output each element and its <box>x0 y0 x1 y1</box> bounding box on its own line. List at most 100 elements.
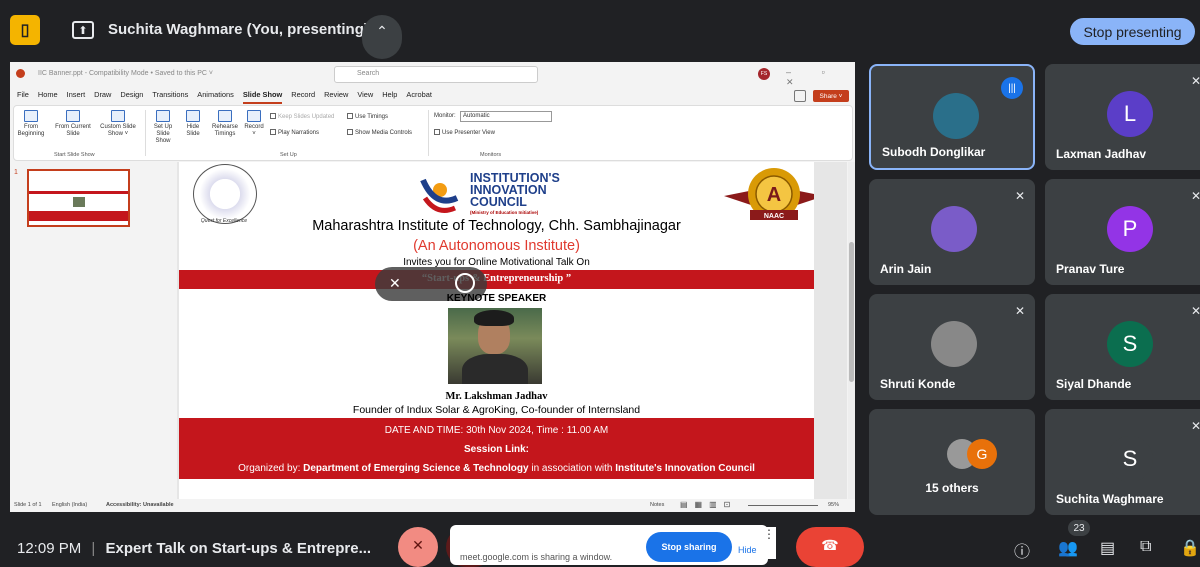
menu-item[interactable]: Record <box>291 90 315 104</box>
thumb-photo <box>73 197 85 207</box>
menu-item[interactable]: Animations <box>197 90 234 104</box>
mic-muted-icon: ✕ <box>1014 189 1025 203</box>
menu-item[interactable]: Draw <box>94 90 111 104</box>
mic-muted-icon: ✕ <box>1190 304 1200 318</box>
naac-badge-logo: A NAAC <box>724 168 814 220</box>
share-button[interactable]: Share ˅ <box>813 90 849 102</box>
view-buttons[interactable]: ▤▦▥⊡ <box>680 500 737 509</box>
record-icon <box>247 110 261 122</box>
stop-presenting-button[interactable]: Stop presenting <box>1070 18 1195 45</box>
mic-muted-icon: ✕ <box>1190 189 1200 203</box>
sharing-notice-text: meet.google.com is sharing a window. <box>460 552 613 562</box>
menu-item[interactable]: Transitions <box>152 90 188 104</box>
keep-updated-label: Keep Slides Updated <box>278 114 335 120</box>
rehearse-label: Rehearse Timings <box>211 124 238 137</box>
powerpoint-logo-icon <box>16 69 25 78</box>
meet-app-icon[interactable]: ▯ <box>10 15 40 45</box>
ppt-menu-bar: File Home Insert Draw Design Transitions Anima… <box>10 90 855 104</box>
participant-tile[interactable]: P ✕ Pranav Ture <box>1045 179 1200 285</box>
keep-slides-updated-checkbox[interactable]: Keep Slides Updated <box>270 113 334 120</box>
menu-item[interactable]: View <box>357 90 373 104</box>
slide-scrollbar[interactable] <box>848 162 855 499</box>
host-controls-icon[interactable]: 🔒 <box>1180 538 1200 558</box>
notes-button[interactable]: Notes <box>650 502 664 508</box>
participant-tile[interactable]: S ✕ Siyal Dhande <box>1045 294 1200 400</box>
notice-more-icon[interactable]: ⋮ <box>762 527 776 559</box>
checkbox-box <box>434 129 440 135</box>
menu-item[interactable]: Insert <box>67 90 85 104</box>
set-up-slide-show-button[interactable]: Set Up Slide Show <box>148 110 178 145</box>
ppt-titlebar: IIC Banner.ppt - Compatibility Mode • Sa… <box>10 62 855 88</box>
ppt-search-input[interactable]: Search <box>334 66 538 83</box>
hang-up-icon: ☎ <box>821 537 839 553</box>
people-icon[interactable]: 👥 <box>1058 538 1078 558</box>
play-current-icon <box>66 110 80 122</box>
play-icon <box>24 110 38 122</box>
muted-mic-icon: ✕ <box>389 275 401 291</box>
language-status[interactable]: English (India) <box>52 502 87 508</box>
zoom-slider[interactable] <box>748 505 818 506</box>
play-narrations-label: Play Narrations <box>278 130 320 136</box>
monitor-select[interactable]: Automatic <box>460 111 552 122</box>
participant-tile[interactable]: ✕ Shruti Konde <box>869 294 1035 400</box>
checkbox-box <box>270 113 276 119</box>
ppt-user-avatar[interactable]: FS <box>758 68 770 80</box>
stop-sharing-button[interactable]: Stop sharing <box>646 532 732 562</box>
record-button[interactable]: Record ˅ <box>242 110 266 138</box>
show-media-controls-checkbox[interactable]: Show Media Controls <box>347 129 412 136</box>
participant-name: Subodh Donglikar <box>882 145 986 159</box>
custom-show-label: Custom Slide Show ˅ <box>100 124 136 137</box>
participant-tile[interactable]: G 15 others <box>869 409 1035 515</box>
accessibility-status[interactable]: Accessibility: Unavailable <box>106 502 174 508</box>
menu-item[interactable]: File <box>17 90 29 104</box>
info-icon[interactable]: ⓘ <box>1014 538 1030 562</box>
participant-avatar <box>931 321 977 367</box>
zoom-level[interactable]: 95% <box>828 502 839 508</box>
participant-tile[interactable]: S ✕ Suchita Waghmare <box>1045 409 1200 515</box>
participant-tile[interactable]: L ✕ Laxman Jadhav <box>1045 64 1200 170</box>
group-monitors: Monitors <box>480 152 502 158</box>
participant-name: Suchita Waghmare <box>1056 492 1164 506</box>
leave-call-button[interactable]: ☎ <box>796 527 864 567</box>
scroll-thumb[interactable] <box>849 242 854 382</box>
hide-slide-icon <box>186 110 200 122</box>
menu-item[interactable]: Home <box>38 90 58 104</box>
mic-toggle-button[interactable]: ✕ <box>398 527 438 567</box>
participant-avatar <box>931 206 977 252</box>
menu-item[interactable]: Help <box>382 90 397 104</box>
menu-item[interactable]: Design <box>120 90 143 104</box>
hide-slide-button[interactable]: Hide Slide <box>182 110 204 138</box>
slide[interactable]: Quest for Excellence INSTITUTION'S INNOV… <box>179 162 814 499</box>
window-controls[interactable]: – ▫ ✕ <box>786 67 855 88</box>
custom-slide-show-button[interactable]: Custom Slide Show ˅ <box>98 110 138 138</box>
mic-off-icon: ✕ <box>412 537 424 553</box>
checkbox-box <box>270 129 276 135</box>
more-audio-options-button[interactable]: ⌃ <box>362 15 402 59</box>
play-narrations-checkbox[interactable]: Play Narrations <box>270 129 319 136</box>
session-link: Session Link: <box>463 444 529 455</box>
from-beginning-button[interactable]: From Beginning <box>16 110 46 138</box>
record-label: Record ˅ <box>244 124 264 137</box>
use-presenter-view-checkbox[interactable]: Use Presenter View <box>434 129 495 136</box>
clock: 12:09 PM <box>17 540 82 557</box>
mic-muted-icon: ✕ <box>1190 74 1200 88</box>
iic-title: INSTITUTION'S INNOVATION COUNCIL <box>470 172 560 209</box>
participant-name: 15 others <box>925 481 979 495</box>
participant-tile[interactable]: ✕ Arin Jain <box>869 179 1035 285</box>
rehearse-timings-button[interactable]: Rehearse Timings <box>210 110 240 138</box>
participant-avatar <box>933 93 979 139</box>
menu-item[interactable]: Acrobat <box>406 90 431 104</box>
comments-icon[interactable] <box>794 90 806 102</box>
chat-icon[interactable]: ▤ <box>1100 538 1115 558</box>
slide-thumbnail[interactable] <box>27 169 130 227</box>
activities-icon[interactable]: ⧉ <box>1140 538 1151 556</box>
participant-tile[interactable]: ||| Subodh Donglikar <box>869 64 1035 170</box>
use-timings-checkbox[interactable]: Use Timings <box>347 113 388 120</box>
setup-icon <box>156 110 170 122</box>
thumb-red-footer <box>29 211 128 221</box>
talk-title: “Start-ups & Entrepreneurship ” <box>421 273 572 284</box>
from-current-button[interactable]: From Current Slide <box>52 110 94 138</box>
menu-item[interactable]: Review <box>324 90 348 104</box>
hide-notice-button[interactable]: Hide <box>738 545 757 555</box>
menu-item[interactable]: Slide Show <box>242 90 283 104</box>
